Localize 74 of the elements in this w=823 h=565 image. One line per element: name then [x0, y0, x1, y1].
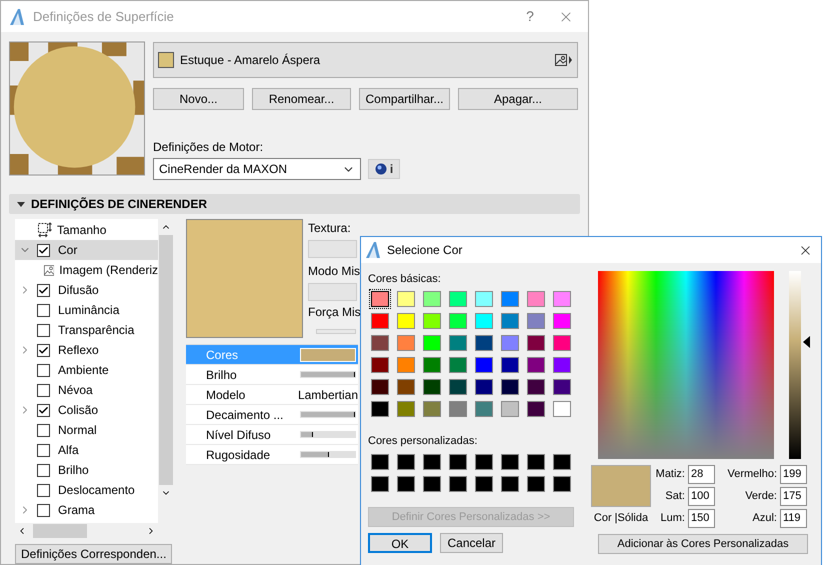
- field-label: Sat:: [665, 489, 685, 504]
- property-row[interactable]: Nível Difuso: [186, 425, 358, 445]
- sphere-icon: [374, 163, 387, 175]
- checkbox[interactable]: [37, 244, 50, 256]
- engine-dropdown[interactable]: CineRender da MAXON: [153, 158, 361, 180]
- property-value: Lambertian: [298, 386, 358, 404]
- current-color-label: Cor |Sólida: [594, 511, 648, 526]
- property-row[interactable]: Decaimento ...: [186, 405, 358, 425]
- checkbox[interactable]: [37, 324, 50, 336]
- checkbox[interactable]: [37, 344, 50, 356]
- checkbox[interactable]: [37, 424, 50, 436]
- number-field[interactable]: 119: [780, 509, 807, 528]
- checkbox[interactable]: [37, 444, 50, 456]
- luminance-pointer-icon[interactable]: [803, 336, 810, 348]
- property-label: Nível Difuso: [205, 426, 272, 444]
- tree-item[interactable]: Cor: [15, 240, 158, 260]
- property-label: Brilho: [205, 366, 238, 384]
- checkbox[interactable]: [37, 284, 50, 296]
- surface-name-bar[interactable]: Estuque - Amarelo Áspera: [153, 42, 578, 78]
- field-label: Vermelho:: [727, 467, 777, 482]
- number-field[interactable]: 28: [688, 465, 715, 484]
- window-title: Definições de Superfície: [33, 8, 175, 26]
- checkbox[interactable]: [37, 384, 50, 396]
- cancel-button[interactable]: Cancelar: [440, 533, 503, 553]
- luminance-bar[interactable]: [789, 271, 801, 459]
- number-field[interactable]: 100: [688, 487, 715, 506]
- current-color-preview: [591, 465, 651, 507]
- surface-name: Estuque - Amarelo Áspera: [180, 52, 322, 69]
- checkbox[interactable]: [37, 504, 50, 516]
- action-button[interactable]: Compartilhar...: [359, 88, 450, 110]
- blend-strength-label: Força Mis: [308, 304, 358, 321]
- action-button[interactable]: Renomear...: [252, 88, 351, 110]
- help-button[interactable]: ?: [510, 6, 550, 27]
- checkbox[interactable]: [37, 364, 50, 376]
- checkbox[interactable]: [37, 484, 50, 496]
- number-field[interactable]: 175: [780, 487, 807, 506]
- property-label: Decaimento ...: [205, 406, 284, 424]
- app-logo-icon: [365, 241, 381, 259]
- field-label: Matiz:: [656, 467, 685, 482]
- action-button[interactable]: Apagar...: [458, 88, 578, 110]
- ok-button[interactable]: OK: [368, 533, 432, 553]
- blend-mode-field[interactable]: [308, 283, 357, 301]
- field-label: Lum:: [660, 511, 685, 526]
- image-icon: [44, 262, 54, 278]
- engine-info-button[interactable]: i: [368, 159, 400, 179]
- number-field[interactable]: 199: [780, 465, 807, 484]
- property-row[interactable]: Modelo Lambertian: [186, 385, 358, 405]
- action-button[interactable]: Novo...: [153, 88, 244, 110]
- matching-settings-button[interactable]: Definições Corresponden...: [15, 544, 172, 564]
- add-custom-color-button[interactable]: Adicionar às Cores Personalizadas: [598, 534, 808, 554]
- basic-colors-label: Cores básicas:: [368, 272, 442, 287]
- custom-colors-label: Cores personalizadas:: [368, 434, 478, 448]
- image-menu-icon[interactable]: [555, 54, 573, 66]
- app-logo-icon: [9, 8, 25, 26]
- expanded-triangle-icon: [17, 202, 25, 206]
- property-label: Rugosidade: [205, 446, 272, 464]
- texture-field[interactable]: [308, 240, 357, 258]
- checkbox[interactable]: [37, 304, 50, 316]
- field-label: Azul:: [752, 511, 777, 526]
- section-header[interactable]: DEFINIÇÕES DE CINERENDER: [9, 194, 580, 214]
- texture-label: Textura:: [308, 220, 352, 237]
- engine-label: Definições de Motor:: [153, 139, 264, 156]
- property-label: Cores: [205, 346, 240, 364]
- field-label: Verde:: [745, 489, 777, 504]
- property-row[interactable]: Brilho: [186, 365, 358, 385]
- blend-mode-label: Modo Mis: [308, 263, 358, 280]
- property-row[interactable]: Rugosidade: [186, 445, 358, 465]
- number-field[interactable]: 150: [688, 509, 715, 528]
- checkbox[interactable]: [37, 404, 50, 416]
- dialog-title: Selecione Cor: [387, 242, 464, 259]
- checkbox[interactable]: [37, 464, 50, 476]
- size-icon: [37, 222, 53, 238]
- property-label: Modelo: [205, 386, 246, 404]
- blend-strength-slider[interactable]: [316, 329, 356, 334]
